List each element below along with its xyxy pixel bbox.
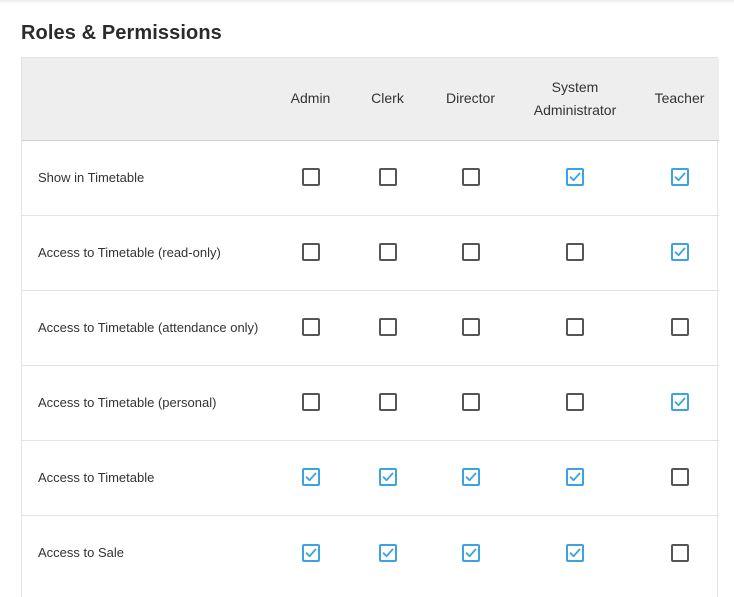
checkmark-icon xyxy=(569,172,581,182)
permission-checkbox[interactable] xyxy=(670,168,689,187)
header-permission-column xyxy=(22,58,277,141)
checkmark-icon xyxy=(465,472,476,482)
permission-checkbox[interactable] xyxy=(670,243,689,262)
permission-cell xyxy=(344,289,431,365)
permission-cell xyxy=(431,364,510,440)
table-row: Access to Timetable xyxy=(22,439,719,515)
permission-checkbox[interactable] xyxy=(566,543,584,562)
permission-checkbox[interactable] xyxy=(566,468,584,487)
permission-cell xyxy=(431,514,510,590)
permission-cell xyxy=(277,140,344,215)
permission-cell xyxy=(277,514,344,590)
column-header: Teacher xyxy=(640,58,719,141)
permission-cell xyxy=(277,439,344,515)
permissions-table: Admin Clerk Director System Administrato… xyxy=(22,58,719,590)
permission-cell xyxy=(510,140,640,215)
permission-label: Access to Sale xyxy=(22,514,277,590)
permission-label: Access to Timetable (personal) xyxy=(22,364,277,440)
permission-checkbox[interactable] xyxy=(566,168,584,187)
permission-checkbox[interactable] xyxy=(566,393,584,412)
permission-cell xyxy=(344,439,431,515)
table-row: Access to Timetable (read-only) xyxy=(22,214,719,290)
permission-cell xyxy=(640,140,719,215)
permission-checkbox[interactable] xyxy=(461,543,480,562)
checkmark-icon xyxy=(382,548,393,557)
permission-checkbox[interactable] xyxy=(378,168,397,187)
column-header-label: System Administrator xyxy=(533,78,617,118)
permission-cell xyxy=(277,214,344,290)
permission-label: Access to Timetable xyxy=(22,439,277,515)
checkmark-icon xyxy=(674,172,685,182)
permission-checkbox[interactable] xyxy=(378,243,397,262)
table-row: Access to Timetable (attendance only) xyxy=(22,289,719,365)
checkmark-icon xyxy=(465,548,476,557)
permission-checkbox[interactable] xyxy=(301,168,320,187)
permission-checkbox[interactable] xyxy=(461,243,480,262)
permission-checkbox[interactable] xyxy=(461,318,480,337)
checkmark-icon xyxy=(305,548,316,557)
permission-cell xyxy=(344,140,431,215)
checkmark-icon xyxy=(382,472,393,482)
permission-checkbox[interactable] xyxy=(301,468,320,487)
top-shadow-strip xyxy=(0,0,734,4)
checkmark-icon xyxy=(674,247,685,257)
permission-cell xyxy=(431,214,510,290)
permission-cell xyxy=(510,214,640,290)
permission-cell xyxy=(277,364,344,440)
column-header: Director xyxy=(431,58,510,141)
permission-cell xyxy=(510,289,640,365)
permission-cell xyxy=(510,514,640,590)
column-header: System Administrator xyxy=(510,58,640,141)
checkmark-icon xyxy=(569,472,581,482)
permissions-table-container: Admin Clerk Director System Administrato… xyxy=(21,57,719,597)
permission-checkbox[interactable] xyxy=(670,393,689,412)
permission-cell xyxy=(277,289,344,365)
permission-label: Access to Timetable (read-only) xyxy=(22,214,277,290)
permission-checkbox[interactable] xyxy=(301,318,320,337)
permission-cell xyxy=(510,364,640,440)
permission-cell xyxy=(640,214,719,290)
checkmark-icon xyxy=(569,548,581,557)
permission-checkbox[interactable] xyxy=(670,543,689,562)
permission-checkbox[interactable] xyxy=(378,318,397,337)
permission-checkbox[interactable] xyxy=(378,468,397,487)
table-row: Access to Sale xyxy=(22,514,719,590)
table-header-row: Admin Clerk Director System Administrato… xyxy=(22,58,719,141)
permission-checkbox[interactable] xyxy=(461,468,480,487)
permission-cell xyxy=(640,439,719,515)
permission-checkbox[interactable] xyxy=(301,393,320,412)
permission-cell xyxy=(431,439,510,515)
permission-cell xyxy=(344,514,431,590)
permission-checkbox[interactable] xyxy=(566,243,584,262)
table-row: Access to Timetable (personal) xyxy=(22,364,719,440)
permission-cell xyxy=(344,364,431,440)
checkmark-icon xyxy=(674,397,685,407)
page-title: Roles & Permissions xyxy=(21,22,222,44)
permission-cell xyxy=(640,364,719,440)
permission-checkbox[interactable] xyxy=(378,393,397,412)
column-header: Clerk xyxy=(344,58,431,141)
permission-checkbox[interactable] xyxy=(461,393,480,412)
permission-cell xyxy=(510,439,640,515)
permission-checkbox[interactable] xyxy=(301,543,320,562)
permission-checkbox[interactable] xyxy=(301,243,320,262)
permission-checkbox[interactable] xyxy=(378,543,397,562)
checkmark-icon xyxy=(305,472,316,482)
permission-cell xyxy=(640,514,719,590)
column-header: Admin xyxy=(277,58,344,141)
permission-label: Show in Timetable xyxy=(38,170,145,185)
permission-cell xyxy=(431,289,510,365)
permission-checkbox[interactable] xyxy=(461,168,480,187)
permission-checkbox[interactable] xyxy=(566,318,584,337)
permission-checkbox[interactable] xyxy=(670,468,689,487)
permission-label: Access to Timetable (attendance only) xyxy=(22,289,277,365)
table-row: Show in Timetable xyxy=(22,140,719,215)
permission-checkbox[interactable] xyxy=(670,318,689,337)
permission-cell xyxy=(640,289,719,365)
permission-cell xyxy=(344,214,431,290)
permission-cell xyxy=(431,140,510,215)
